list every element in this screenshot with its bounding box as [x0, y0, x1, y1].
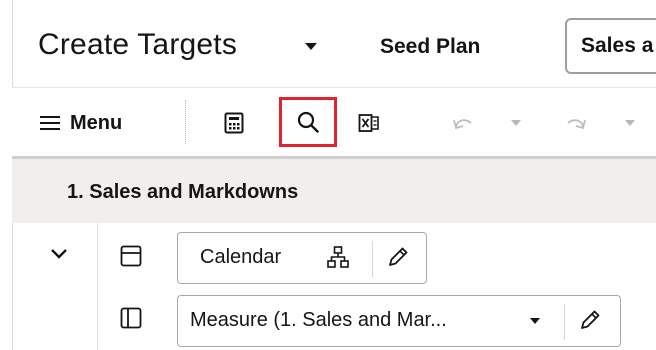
export-excel-button[interactable] [350, 104, 388, 142]
calendar-label: Calendar [200, 246, 282, 268]
caret-down-icon [530, 318, 540, 324]
edit-measure-button[interactable] [578, 308, 602, 332]
chevron-down-icon [625, 120, 635, 126]
redo-icon [567, 119, 586, 130]
field-divider [372, 241, 373, 277]
hierarchy-button[interactable] [326, 245, 350, 269]
menu-button[interactable]: Menu [40, 108, 122, 138]
collapse-button[interactable] [50, 247, 68, 265]
hamburger-icon [40, 115, 60, 131]
measure-label: Measure (1. Sales and Mar... [190, 309, 447, 331]
menu-label: Menu [70, 111, 123, 134]
hierarchy-icon [327, 246, 349, 268]
edit-calendar-button[interactable] [386, 245, 410, 269]
page-title: Create Targets [38, 28, 238, 61]
undo-icon [453, 119, 472, 130]
calendar-dimension-field[interactable]: Calendar [177, 232, 427, 284]
calculate-button[interactable] [215, 104, 253, 142]
toolbar-separator [185, 100, 186, 144]
chevron-down-icon [511, 120, 521, 126]
search-button[interactable] [279, 97, 337, 147]
pencil-icon [389, 247, 408, 266]
plan-selector[interactable]: Sales a [565, 18, 656, 74]
redo-dropdown[interactable] [618, 104, 642, 142]
measure-dropdown[interactable] [530, 318, 540, 324]
row-layout-icon [120, 245, 142, 272]
plan-selector-value: Sales a [581, 34, 654, 57]
excel-export-icon [358, 114, 379, 132]
calculate-icon [224, 112, 244, 134]
pencil-icon [581, 310, 600, 329]
seed-plan-link[interactable]: Seed Plan [380, 35, 480, 59]
toolbar: Menu [12, 88, 656, 156]
redo-button[interactable] [557, 104, 595, 142]
section-header: 1. Sales and Markdowns [12, 159, 656, 223]
title-dropdown-icon[interactable] [305, 43, 317, 50]
undo-dropdown[interactable] [504, 104, 528, 142]
search-icon [297, 111, 319, 133]
measure-dimension-field[interactable]: Measure (1. Sales and Mar... [177, 295, 621, 347]
chevron-down-icon [51, 249, 67, 259]
row-gutter-divider [97, 223, 98, 350]
undo-button[interactable] [444, 104, 482, 142]
column-layout-icon [120, 307, 142, 334]
page-header: Create Targets Seed Plan Sales a [0, 0, 656, 88]
section-title: 1. Sales and Markdowns [67, 181, 299, 203]
field-divider [564, 304, 565, 340]
